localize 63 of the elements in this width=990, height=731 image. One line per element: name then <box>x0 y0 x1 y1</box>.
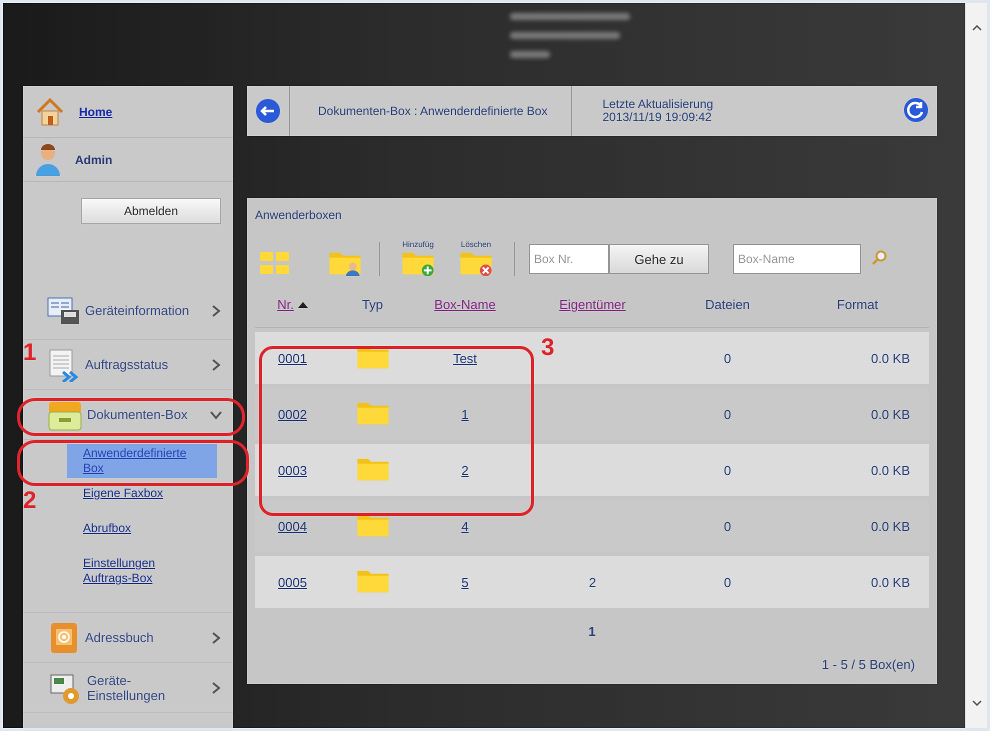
submenu-link[interactable]: Anwenderdefinierte Box <box>67 444 217 478</box>
device-info-icon <box>47 296 81 326</box>
table-cell: 0 <box>724 462 732 478</box>
column-header[interactable]: Nr. <box>277 297 308 312</box>
go-button[interactable]: Gehe zu <box>609 244 709 274</box>
column-header: Format <box>836 297 878 312</box>
submenu-link[interactable]: Abrufbox <box>67 519 197 538</box>
back-icon[interactable] <box>255 98 281 124</box>
scrollbar[interactable] <box>965 3 987 728</box>
column-header[interactable]: Box-Name <box>434 297 496 312</box>
menu-item[interactable]: Geräte-Einstellungen <box>23 663 233 713</box>
logout-button[interactable]: Abmelden <box>81 198 221 224</box>
breadcrumb: Dokumenten-Box : Anwenderdefinierte Box <box>317 104 548 118</box>
box-name-link[interactable]: 2 <box>461 462 469 478</box>
box-number-field[interactable]: Box Nr. <box>529 244 609 274</box>
job-list-icon <box>47 348 81 382</box>
box-name-link[interactable]: 4 <box>461 518 469 534</box>
column-header: Dateien <box>705 297 750 312</box>
box-name-link[interactable]: 5 <box>461 574 469 590</box>
table-cell-text: 0.0 KB <box>870 574 911 590</box>
box-number-link[interactable]: 0003 <box>278 462 307 478</box>
box-number-link[interactable]: 0005 <box>278 574 307 590</box>
scroll-down-icon[interactable] <box>972 700 982 706</box>
menu-item[interactable]: Dokumenten-Box <box>23 390 233 440</box>
table-cell: 0 <box>724 518 732 534</box>
submenu-link[interactable]: Eigene Faxbox <box>67 484 197 503</box>
user-icon <box>35 144 61 176</box>
callout-number: 2 <box>23 489 36 513</box>
table-cell-text: 0.0 KB <box>870 406 911 422</box>
menu-item[interactable]: Adressbuch <box>23 613 233 663</box>
box-number-link[interactable]: 0001 <box>278 350 307 366</box>
table-row[interactable]: 0005 5 2 0 0.0 KB <box>255 556 929 608</box>
scroll-up-icon[interactable] <box>972 25 982 31</box>
callout-number: 3 <box>541 336 554 360</box>
home-link[interactable]: Home <box>79 104 112 118</box>
user-name: Admin <box>75 152 112 166</box>
column-header: Typ <box>362 297 383 312</box>
page-number[interactable]: 1 <box>588 624 596 639</box>
table-cell-text: 0.0 KB <box>870 462 911 478</box>
table-cell: 2 <box>588 574 596 590</box>
column-header[interactable]: Eigentümer <box>559 297 626 312</box>
table-row[interactable]: 0003 2 0 0.0 KB <box>255 444 929 496</box>
table-cell: 0 <box>724 574 732 590</box>
submenu-link[interactable]: Einstellungen Auftrags-Box <box>67 554 197 588</box>
panel-title: Anwenderboxen <box>255 208 342 222</box>
box-name-field[interactable]: Box-Name <box>733 244 861 274</box>
menu-item[interactable]: Geräteinformation <box>23 282 233 340</box>
box-name-link[interactable]: 1 <box>461 406 469 422</box>
last-update-time: 2013/11/19 19:09:42 <box>601 111 712 124</box>
house-icon <box>35 96 65 126</box>
box-count: 1 - 5 / 5 Box(en) <box>822 657 915 672</box>
last-update-label: Letzte Aktualisierung <box>601 98 714 111</box>
table-cell: 0 <box>724 406 732 422</box>
box-number-link[interactable]: 0004 <box>278 518 307 534</box>
box-name-link[interactable]: Test <box>453 350 477 366</box>
box-number-link[interactable]: 0002 <box>278 406 307 422</box>
table-cell: 0 <box>724 350 732 366</box>
delete-box-tool[interactable]: Löschen <box>452 240 500 276</box>
callout-number: 1 <box>23 341 36 365</box>
table-cell-text: 0.0 KB <box>870 518 911 534</box>
add-box-tool[interactable]: Hinzufüg <box>394 240 442 276</box>
table-cell-text: 0.0 KB <box>870 350 911 366</box>
refresh-icon[interactable] <box>903 96 929 122</box>
